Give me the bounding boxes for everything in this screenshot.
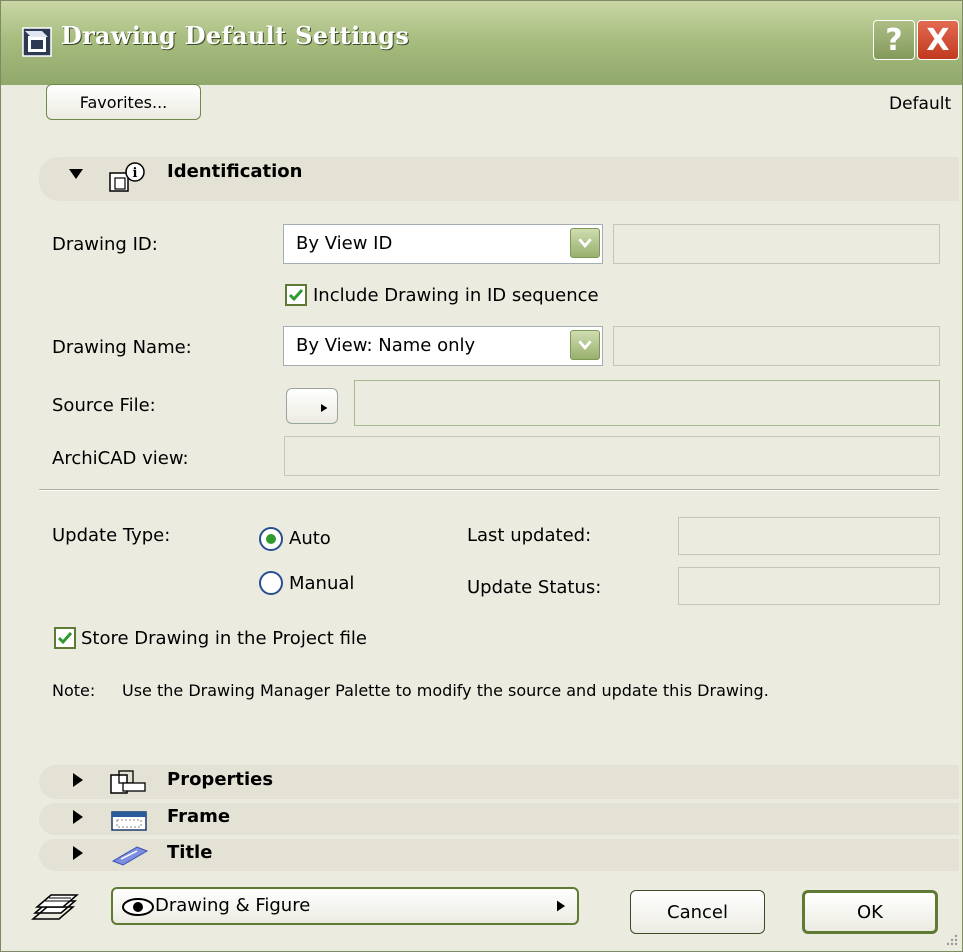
- update-status-label: Update Status:: [467, 577, 602, 598]
- eye-icon: [122, 898, 154, 916]
- include-in-id-sequence-checkbox[interactable]: [285, 284, 307, 306]
- title-bar[interactable]: Drawing Default Settings ? X: [1, 1, 962, 85]
- play-arrow-icon: [321, 404, 328, 412]
- drawing-tool-icon: [22, 27, 52, 57]
- favorites-button[interactable]: Favorites...: [46, 84, 201, 120]
- resize-grip-icon[interactable]: [945, 933, 959, 947]
- update-status-field: [678, 567, 940, 605]
- source-file-browse-button[interactable]: [286, 388, 338, 424]
- layer-icon: [30, 894, 79, 920]
- drawing-id-value: By View ID: [296, 233, 393, 254]
- expand-triangle-icon: [69, 169, 83, 179]
- drawing-name-field[interactable]: [613, 326, 940, 366]
- drawing-name-label: Drawing Name:: [52, 337, 192, 358]
- close-button[interactable]: X: [917, 20, 959, 60]
- archicad-view-label: ArchiCAD view:: [52, 448, 189, 469]
- identification-title: Identification: [167, 161, 303, 182]
- collapsed-triangle-icon: [73, 810, 83, 824]
- section-divider: [39, 489, 939, 491]
- default-label: Default: [889, 94, 952, 114]
- drawing-id-label: Drawing ID:: [52, 234, 158, 255]
- archicad-view-field: [284, 436, 940, 476]
- cancel-button[interactable]: Cancel: [630, 890, 765, 934]
- drawing-id-field[interactable]: [613, 224, 940, 264]
- radio-selected-dot: [266, 534, 276, 544]
- layer-select-button[interactable]: Drawing & Figure: [111, 887, 579, 925]
- frame-icon: [111, 811, 147, 831]
- frame-title: Frame: [167, 806, 231, 827]
- update-auto-radio[interactable]: [259, 527, 283, 551]
- properties-section-header[interactable]: Properties: [39, 765, 959, 799]
- identification-section-header[interactable]: i Identification: [39, 157, 959, 201]
- last-updated-field: [678, 517, 940, 555]
- drawing-id-select[interactable]: By View ID: [283, 224, 603, 264]
- drawing-default-settings-dialog: Drawing Default Settings ? X Favorites..…: [0, 0, 963, 952]
- source-file-label: Source File:: [52, 395, 156, 416]
- drawing-name-select[interactable]: By View: Name only: [283, 326, 603, 366]
- update-auto-label[interactable]: Auto: [289, 528, 331, 549]
- play-arrow-icon: [557, 900, 566, 912]
- frame-section-header[interactable]: Frame: [39, 803, 959, 835]
- collapsed-triangle-icon: [73, 846, 83, 860]
- help-button[interactable]: ?: [873, 20, 915, 60]
- svg-text:i: i: [133, 166, 138, 181]
- checkmark-icon: [57, 632, 73, 645]
- include-in-id-sequence-label[interactable]: Include Drawing in ID sequence: [313, 285, 599, 306]
- update-manual-radio[interactable]: [259, 571, 283, 595]
- chevron-down-icon[interactable]: [570, 228, 600, 258]
- update-manual-label[interactable]: Manual: [289, 573, 354, 594]
- store-in-project-label[interactable]: Store Drawing in the Project file: [81, 628, 367, 649]
- title-tag-icon: [111, 846, 149, 866]
- note-text: Use the Drawing Manager Palette to modif…: [122, 681, 769, 700]
- note-prefix: Note:: [52, 681, 96, 700]
- store-in-project-checkbox[interactable]: [54, 627, 76, 649]
- layer-value: Drawing & Figure: [155, 895, 311, 916]
- title-section-header[interactable]: Title: [39, 839, 959, 871]
- ok-button[interactable]: OK: [802, 890, 938, 934]
- last-updated-label: Last updated:: [467, 525, 592, 546]
- identification-icon: i: [109, 162, 145, 192]
- update-type-label: Update Type:: [52, 525, 171, 546]
- collapsed-triangle-icon: [73, 773, 83, 787]
- window-title: Drawing Default Settings: [61, 21, 410, 50]
- properties-icon: [110, 770, 146, 794]
- title-section-title: Title: [167, 842, 213, 863]
- properties-title: Properties: [167, 769, 274, 790]
- drawing-name-value: By View: Name only: [296, 335, 476, 356]
- source-file-field[interactable]: [354, 380, 940, 426]
- checkmark-icon: [288, 289, 304, 302]
- chevron-down-icon[interactable]: [570, 330, 600, 360]
